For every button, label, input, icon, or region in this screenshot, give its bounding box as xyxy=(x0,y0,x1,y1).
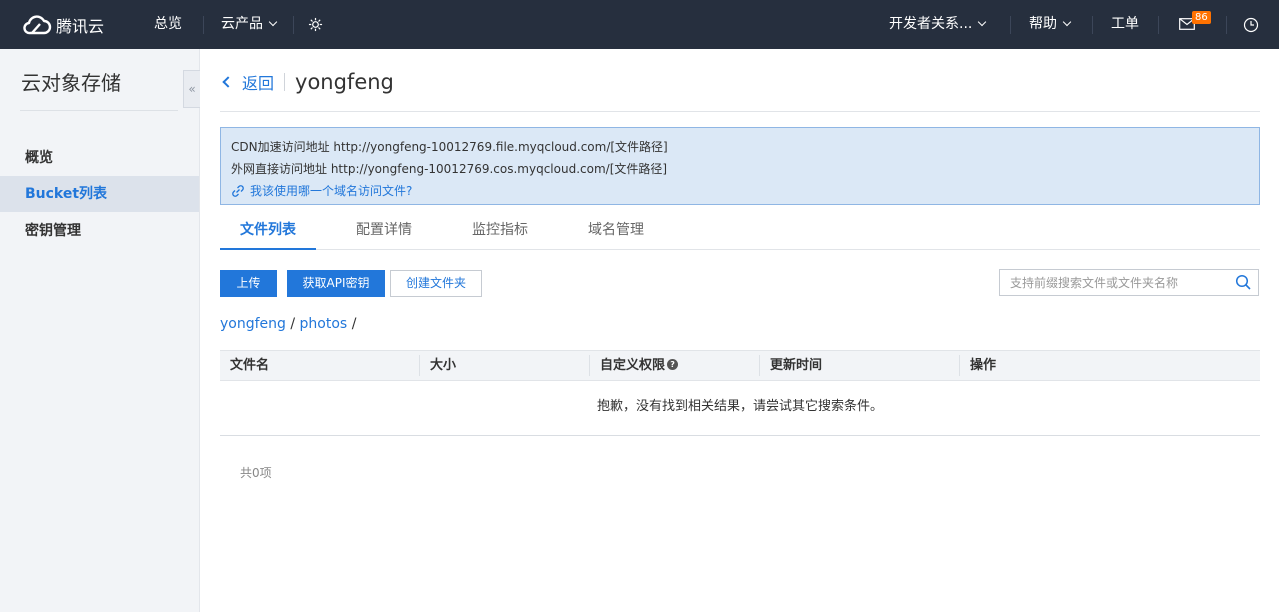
total-count: 共0项 xyxy=(240,466,272,480)
help-icon[interactable]: ? xyxy=(667,359,679,370)
back-label: 返回 xyxy=(242,74,275,93)
nav-help-label: 帮助 xyxy=(1029,16,1057,32)
nav-divider xyxy=(203,16,204,34)
nav-divider xyxy=(1226,16,1227,34)
search-icon[interactable] xyxy=(1235,274,1251,290)
nav-divider xyxy=(1010,16,1011,34)
chevron-down-icon xyxy=(978,17,987,27)
column-header-updated: 更新时间 xyxy=(759,355,822,376)
clock-icon[interactable] xyxy=(1243,17,1259,33)
logo[interactable]: 腾讯云 xyxy=(22,13,104,37)
domain-help-link[interactable]: 我该使用哪一个域名访问文件? xyxy=(231,180,1249,202)
page-header: 返回 yongfeng xyxy=(220,67,394,97)
sidebar-collapse-button[interactable]: « xyxy=(183,70,200,108)
nav-divider xyxy=(293,16,294,34)
header-underline xyxy=(220,111,1260,112)
logo-text: 腾讯云 xyxy=(56,17,105,36)
file-table: 文件名 大小 自定义权限? 更新时间 操作 抱歉，没有找到相关结果，请尝试其它搜… xyxy=(220,350,1260,436)
sidebar: 云对象存储 概览 Bucket列表 密钥管理 xyxy=(0,49,200,612)
breadcrumb: yongfeng / photos / xyxy=(220,316,356,332)
access-info-box: CDN加速访问地址 http://yongfeng-10012769.file.… xyxy=(220,127,1260,205)
permission-label: 自定义权限 xyxy=(600,358,666,373)
sidebar-item-overview[interactable]: 概览 xyxy=(0,140,199,176)
column-header-filename: 文件名 xyxy=(230,358,270,373)
tab-config-details[interactable]: 配置详情 xyxy=(348,215,420,250)
column-header-size: 大小 xyxy=(419,355,456,376)
nav-products-label: 云产品 xyxy=(221,16,263,32)
sidebar-item-bucket-list[interactable]: Bucket列表 xyxy=(0,176,199,212)
nav-overview[interactable]: 总览 xyxy=(154,0,182,49)
back-link[interactable]: 返回 xyxy=(220,70,274,94)
top-nav: 腾讯云 总览 云产品 开发者关系... 帮助 工单 86 xyxy=(0,0,1279,49)
cdn-address: CDN加速访问地址 http://yongfeng-10012769.file.… xyxy=(231,140,668,154)
sidebar-title: 云对象存储 xyxy=(21,71,121,95)
breadcrumb-separator: / xyxy=(290,316,300,332)
nav-help[interactable]: 帮助 xyxy=(1029,0,1072,49)
cloud-logo-icon xyxy=(23,15,52,35)
table-header: 文件名 大小 自定义权限? 更新时间 操作 xyxy=(220,350,1260,381)
search-input[interactable] xyxy=(1000,270,1228,295)
chevron-left-icon xyxy=(222,76,234,88)
gear-icon[interactable] xyxy=(308,17,323,33)
nav-ticket[interactable]: 工单 xyxy=(1111,0,1139,49)
sidebar-item-key-management[interactable]: 密钥管理 xyxy=(0,213,199,249)
tab-domain-management[interactable]: 域名管理 xyxy=(580,215,652,250)
breadcrumb-root[interactable]: yongfeng xyxy=(220,316,286,332)
chevron-down-icon xyxy=(268,17,278,27)
upload-button[interactable]: 上传 xyxy=(220,270,277,297)
direct-address: 外网直接访问地址 http://yongfeng-10012769.cos.my… xyxy=(231,162,668,176)
sidebar-divider xyxy=(20,110,178,111)
tab-file-list[interactable]: 文件列表 xyxy=(220,215,316,250)
search-box xyxy=(999,269,1259,296)
create-folder-button[interactable]: 创建文件夹 xyxy=(390,270,482,297)
header-divider xyxy=(284,73,286,91)
nav-divider xyxy=(1092,16,1093,34)
breadcrumb-folder[interactable]: photos xyxy=(300,316,348,332)
mail-count-badge: 86 xyxy=(1192,11,1211,24)
tab-bar: 文件列表 配置详情 监控指标 域名管理 xyxy=(220,215,1260,250)
tab-monitoring[interactable]: 监控指标 xyxy=(464,215,536,250)
column-header-actions: 操作 xyxy=(959,355,996,376)
get-api-key-button[interactable]: 获取API密钥 xyxy=(287,270,385,297)
chevron-down-icon xyxy=(1062,17,1072,27)
empty-message: 抱歉，没有找到相关结果，请尝试其它搜索条件。 xyxy=(220,381,1260,436)
link-icon xyxy=(232,185,244,197)
column-header-permission: 自定义权限? xyxy=(589,355,679,376)
nav-divider xyxy=(1158,16,1159,34)
nav-developer-label: 开发者关系... xyxy=(889,16,973,32)
nav-products[interactable]: 云产品 xyxy=(221,0,278,49)
nav-developer-relations[interactable]: 开发者关系... xyxy=(889,0,987,49)
page-title: yongfeng xyxy=(295,70,394,94)
domain-help-label: 我该使用哪一个域名访问文件? xyxy=(250,184,413,198)
breadcrumb-separator: / xyxy=(351,316,357,332)
